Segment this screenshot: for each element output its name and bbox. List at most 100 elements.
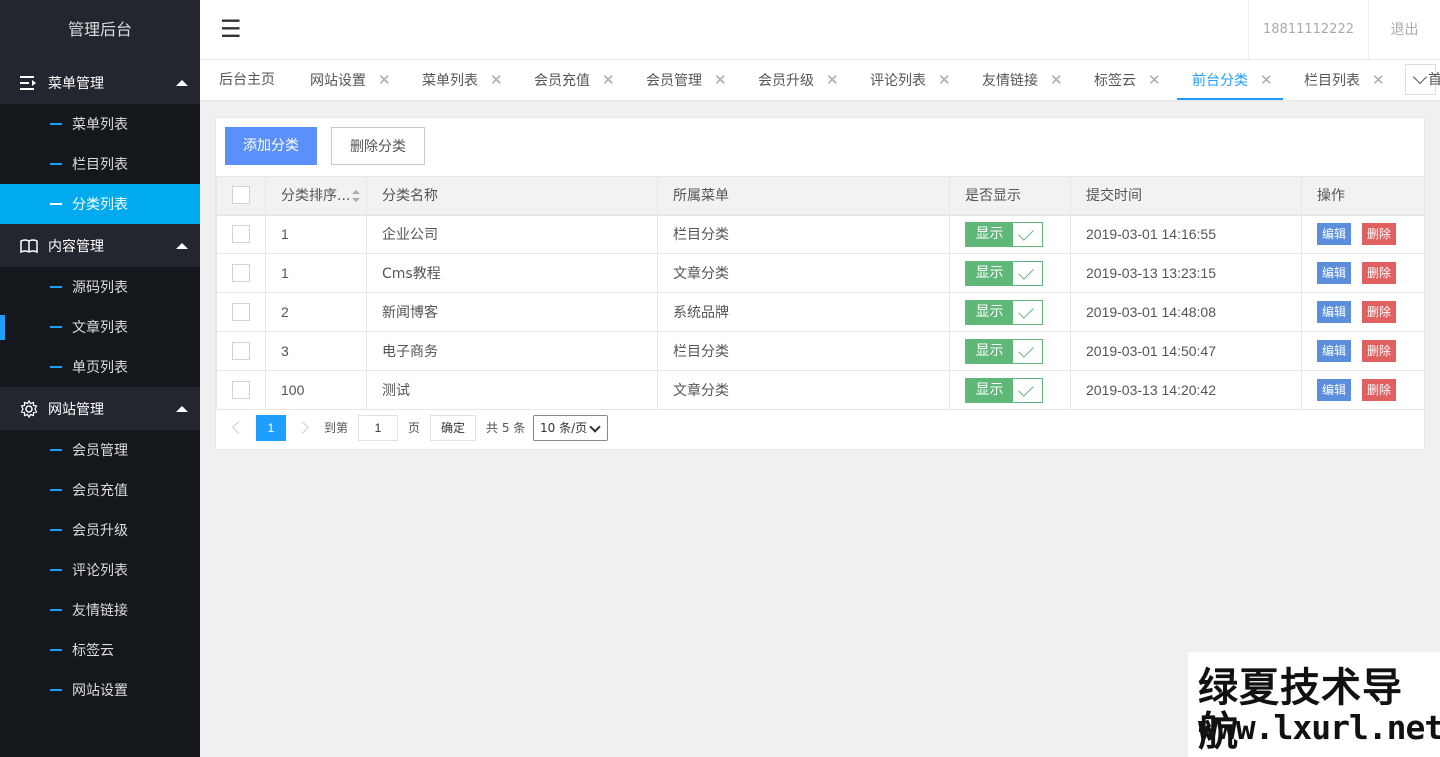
sidebar-item-article-list[interactable]: 文章列表 [0, 307, 200, 347]
row-select-cell [216, 292, 266, 332]
tab-comment-list[interactable]: 评论列表 ✕ [870, 60, 951, 100]
tab-member-manage[interactable]: 会员管理 ✕ [646, 60, 727, 100]
sidebar-group-content-header[interactable]: 内容管理 [0, 224, 200, 267]
logout-button[interactable]: 退出 [1368, 0, 1440, 60]
tab-column-list[interactable]: 栏目列表 ✕ [1304, 60, 1385, 100]
close-icon[interactable]: ✕ [1372, 71, 1385, 89]
row-checkbox[interactable] [232, 381, 250, 399]
close-icon[interactable]: ✕ [714, 71, 727, 89]
sidebar-group-site-header[interactable]: 网站管理 [0, 387, 200, 430]
delete-button[interactable]: 删除 [1362, 301, 1397, 323]
sidebar-item-site-settings[interactable]: 网站设置 [0, 670, 200, 710]
tab-menu-list[interactable]: 菜单列表 ✕ [422, 60, 503, 100]
user-phone[interactable]: 18811112222 [1248, 0, 1368, 60]
next-page-icon[interactable] [296, 421, 309, 434]
column-header-time: 提交时间 [1070, 176, 1302, 216]
sidebar-item-member-manage[interactable]: 会员管理 [0, 430, 200, 470]
cell-menu: 栏目分类 [657, 214, 950, 254]
sidebar-item-menu-list[interactable]: 菜单列表 [0, 104, 200, 144]
delete-button[interactable]: 删除 [1362, 262, 1397, 284]
close-icon[interactable]: ✕ [490, 71, 503, 89]
edit-button[interactable]: 编辑 [1317, 262, 1352, 284]
sidebar-item-member-upgrade[interactable]: 会员升级 [0, 510, 200, 550]
edit-button[interactable]: 编辑 [1317, 379, 1352, 401]
show-toggle[interactable]: 显示 [965, 221, 1043, 247]
sidebar-group-label: 内容管理 [48, 238, 104, 255]
page-input[interactable]: 1 [358, 415, 398, 441]
cell-actions: 编辑 删除 [1301, 370, 1425, 410]
tab-front-category[interactable]: 前台分类 ✕ [1177, 60, 1283, 100]
show-toggle[interactable]: 显示 [965, 260, 1043, 286]
close-icon[interactable]: ✕ [1260, 71, 1273, 89]
column-header-order[interactable]: 分类排序... [265, 176, 367, 216]
sidebar-group-content: 内容管理 源码列表 文章列表 单页列表 [0, 224, 200, 387]
cell-show: 显示 [949, 331, 1071, 371]
close-icon[interactable]: ✕ [378, 71, 391, 89]
cell-menu: 系统品牌 [657, 292, 950, 332]
row-checkbox[interactable] [232, 303, 250, 321]
check-icon [1013, 300, 1042, 324]
cell-show: 显示 [949, 370, 1071, 410]
close-icon[interactable]: ✕ [826, 71, 839, 89]
delete-button[interactable]: 删除 [1362, 340, 1397, 362]
sidebar-item-column-list[interactable]: 栏目列表 [0, 144, 200, 184]
sidebar-group-menu-header[interactable]: 菜单管理 [0, 61, 200, 104]
row-checkbox[interactable] [232, 225, 250, 244]
cell-name: 新闻博客 [366, 292, 658, 332]
sidebar-item-page-list[interactable]: 单页列表 [0, 347, 200, 387]
close-icon[interactable]: ✕ [938, 71, 951, 89]
show-toggle[interactable]: 显示 [965, 338, 1043, 364]
caret-up-icon [176, 79, 188, 86]
current-page[interactable]: 1 [256, 415, 286, 441]
cell-actions: 编辑 删除 [1301, 214, 1425, 254]
hamburger-menu-icon[interactable]: ☰ [220, 16, 242, 42]
sidebar-item-label: 会员管理 [72, 443, 128, 459]
show-toggle[interactable]: 显示 [965, 377, 1043, 403]
tab-home[interactable]: 后台主页 [219, 60, 275, 100]
tab-label: 会员管理 [646, 73, 702, 89]
delete-category-button[interactable]: 删除分类 [331, 127, 425, 165]
close-icon[interactable]: ✕ [1148, 71, 1161, 89]
pagination: 1 到第 1 页 确定 共 5 条 10 条/页 [216, 415, 1424, 445]
show-toggle[interactable]: 显示 [965, 299, 1043, 325]
tab-site-settings[interactable]: 网站设置 ✕ [310, 60, 391, 100]
cell-order: 1 [265, 253, 367, 293]
page-unit-label: 页 [408, 421, 421, 435]
tab-tag-cloud[interactable]: 标签云 ✕ [1094, 60, 1161, 100]
sidebar-item-label: 文章列表 [72, 320, 128, 336]
tab-member-upgrade[interactable]: 会员升级 ✕ [758, 60, 839, 100]
cell-time: 2019-03-01 14:48:08 [1070, 292, 1302, 332]
sidebar-item-category-list[interactable]: 分类列表 [0, 184, 200, 224]
row-checkbox[interactable] [232, 342, 250, 360]
cell-actions: 编辑 删除 [1301, 253, 1425, 293]
edit-button[interactable]: 编辑 [1317, 301, 1352, 323]
cell-order: 1 [265, 214, 367, 254]
edit-button[interactable]: 编辑 [1317, 223, 1352, 246]
add-category-button[interactable]: 添加分类 [225, 127, 317, 165]
sort-icon[interactable] [352, 190, 361, 203]
delete-button[interactable]: 删除 [1362, 223, 1397, 246]
tab-member-recharge[interactable]: 会员充值 ✕ [534, 60, 615, 100]
check-icon [1013, 339, 1042, 363]
sidebar-item-member-recharge[interactable]: 会员充值 [0, 470, 200, 510]
sidebar-item-comment-list[interactable]: 评论列表 [0, 550, 200, 590]
cell-show: 显示 [949, 292, 1071, 332]
close-icon[interactable]: ✕ [602, 71, 615, 89]
tab-label: 评论列表 [870, 73, 926, 89]
tab-overflow-text: 首 [1428, 60, 1440, 100]
row-checkbox[interactable] [232, 264, 250, 282]
sidebar-item-tag-cloud[interactable]: 标签云 [0, 630, 200, 670]
sidebar-item-friend-links[interactable]: 友情链接 [0, 590, 200, 630]
edit-button[interactable]: 编辑 [1317, 340, 1352, 362]
tab-friend-links[interactable]: 友情链接 ✕ [982, 60, 1063, 100]
sidebar: 管理后台 菜单管理 菜单列表 栏目列表 分类列表 内容管理 源码列表 文章列表 … [0, 0, 200, 757]
page-size-select[interactable]: 10 条/页 [533, 415, 608, 441]
delete-button[interactable]: 删除 [1362, 379, 1397, 401]
caret-up-icon [176, 242, 188, 249]
sidebar-item-source-list[interactable]: 源码列表 [0, 267, 200, 307]
prev-page-icon[interactable] [232, 421, 245, 434]
confirm-page-button[interactable]: 确定 [430, 415, 476, 441]
show-toggle-label: 显示 [966, 378, 1013, 402]
close-icon[interactable]: ✕ [1050, 71, 1063, 89]
select-all-checkbox[interactable] [232, 186, 250, 205]
